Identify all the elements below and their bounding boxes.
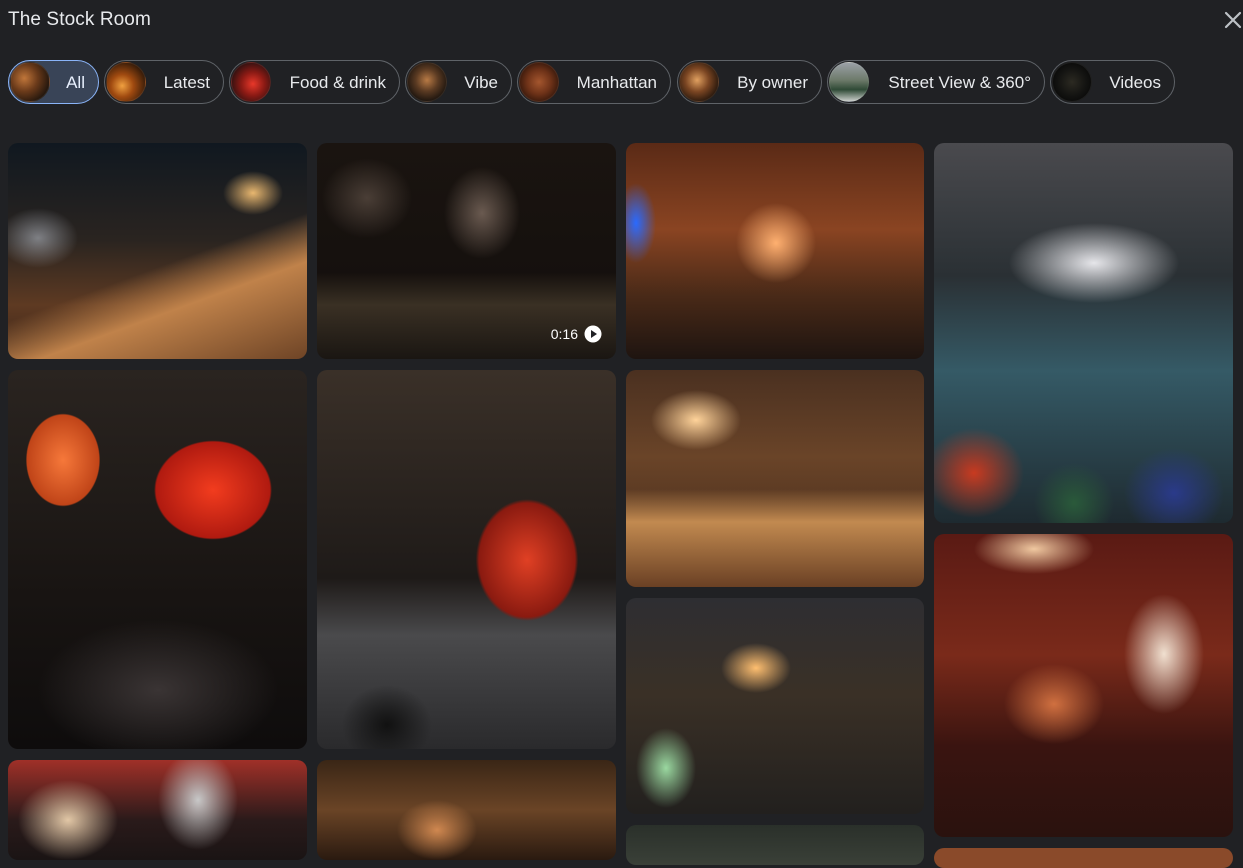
chip-label: By owner xyxy=(737,73,808,92)
video-duration: 0:16 xyxy=(550,326,578,342)
chip-thumbnail xyxy=(1052,62,1092,102)
photo-partial-bottom[interactable] xyxy=(934,848,1233,868)
page-title: The Stock Room xyxy=(8,9,151,30)
close-icon[interactable] xyxy=(1221,8,1243,32)
chip-label: Street View & 360° xyxy=(888,73,1031,92)
chip-label: Vibe xyxy=(464,73,498,92)
photo-negroni-eight-ball[interactable] xyxy=(317,370,616,749)
photo-bar-counter-stools[interactable] xyxy=(626,370,924,587)
chip-thumbnail xyxy=(10,62,50,102)
photo-patrons-lounge[interactable] xyxy=(934,534,1233,837)
chip-thumbnail xyxy=(407,62,447,102)
chip-label: Manhattan xyxy=(576,73,657,92)
chip-label: Latest xyxy=(163,73,210,92)
video-lounge-booth[interactable]: 0:16 xyxy=(317,143,616,359)
photo-martini-billiards[interactable] xyxy=(934,143,1233,523)
chip-latest[interactable]: Latest xyxy=(104,60,224,104)
photo-red-cocktails[interactable] xyxy=(8,370,307,749)
chip-label: Food & drink xyxy=(289,73,386,92)
video-duration-badge: 0:16 xyxy=(551,325,602,343)
photo-dining-room[interactable] xyxy=(626,598,924,814)
chip-videos[interactable]: Videos xyxy=(1050,60,1175,104)
chip-thumbnail xyxy=(231,62,271,102)
chip-thumbnail xyxy=(106,62,146,102)
photo-bar-interior[interactable] xyxy=(8,143,307,359)
chip-thumbnail xyxy=(519,62,559,102)
play-icon xyxy=(584,325,602,343)
chip-label: All xyxy=(66,73,85,92)
chip-manhattan[interactable]: Manhattan xyxy=(517,60,671,104)
chip-label: Videos xyxy=(1109,73,1161,92)
chip-thumbnail xyxy=(679,62,719,102)
chip-thumbnail xyxy=(829,62,869,102)
photo-partial-bottom[interactable] xyxy=(626,825,924,865)
chip-all[interactable]: All xyxy=(8,60,99,104)
chip-food-drink[interactable]: Food & drink xyxy=(229,60,400,104)
chip-by-owner[interactable]: By owner xyxy=(677,60,822,104)
photo-back-bar-shelves[interactable] xyxy=(317,760,616,860)
chip-vibe[interactable]: Vibe xyxy=(405,60,512,104)
photo-bar-shelving[interactable] xyxy=(626,143,924,359)
photo-takeout-box[interactable] xyxy=(8,760,307,860)
chip-street-view[interactable]: Street View & 360° xyxy=(827,60,1045,104)
